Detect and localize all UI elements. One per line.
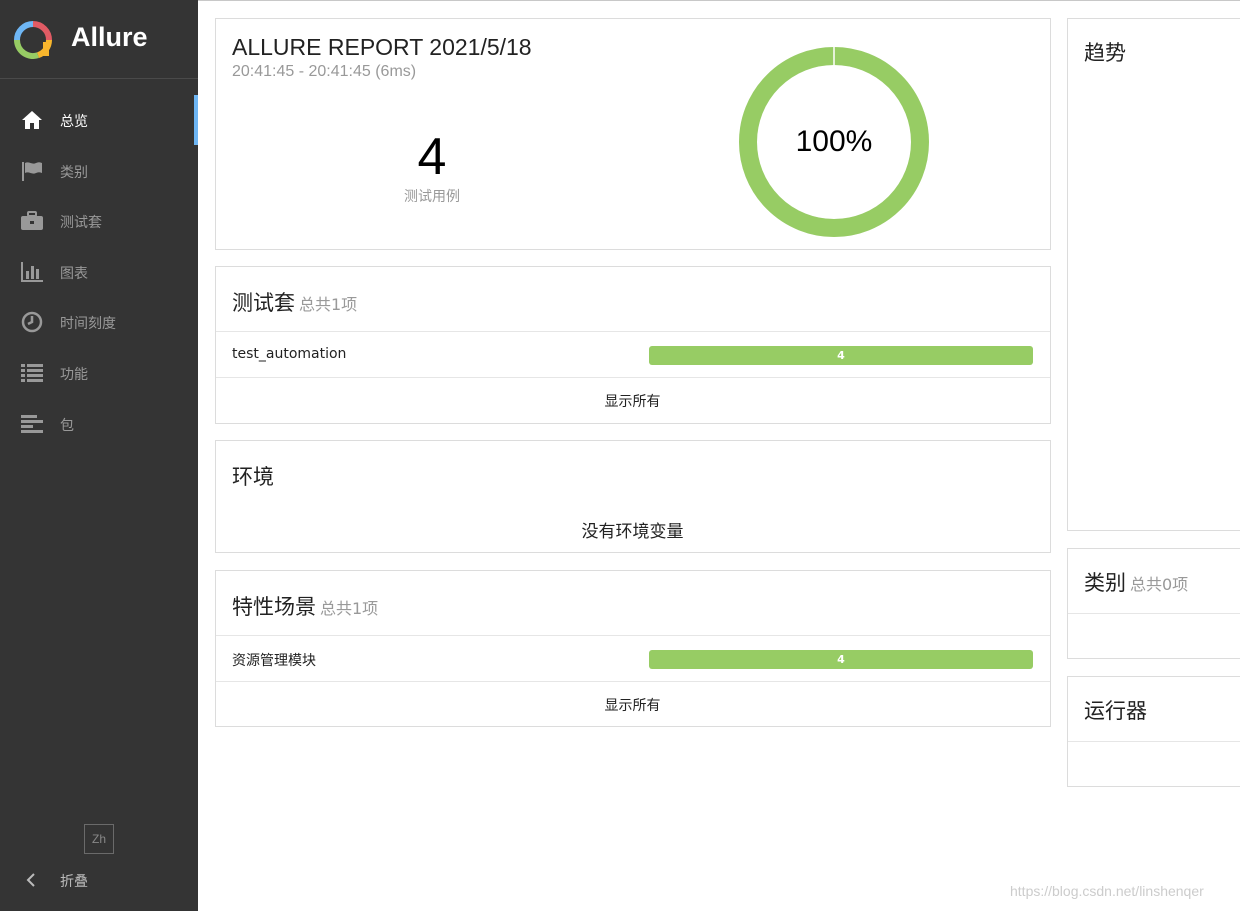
suite-name[interactable]: test_automation: [232, 346, 346, 362]
environment-title: 环境: [232, 465, 274, 489]
collapse-button[interactable]: 折叠: [0, 860, 198, 900]
suites-count: 总共1项: [299, 295, 358, 314]
collapse-label: 折叠: [60, 874, 88, 890]
chevron-left-icon: [26, 873, 35, 887]
pass-rate-label: 100%: [795, 125, 873, 158]
widget-title: 测试套 总共1项: [232, 287, 357, 317]
sidebar-item-behaviors[interactable]: 功能: [0, 348, 198, 398]
sidebar: Allure 总览 类别 测试套 图表 时间刻度 功能 包 Zh 折叠: [0, 0, 198, 911]
sidebar-item-label: 总览: [60, 114, 88, 130]
features-widget: 特性场景 总共1项 资源管理模块 4 显示所有: [215, 570, 1051, 727]
bar-chart-icon: [21, 262, 43, 282]
language-button[interactable]: Zh: [84, 824, 114, 854]
clock-icon: [21, 311, 43, 333]
suites-widget: 测试套 总共1项 test_automation 4 显示所有: [215, 266, 1051, 424]
divider: [1068, 613, 1240, 614]
show-all-link[interactable]: 显示所有: [216, 695, 1049, 715]
executors-widget: 运行器: [1067, 676, 1240, 787]
categories-widget: 类别 总共0项: [1067, 548, 1240, 659]
categories-count: 总共0项: [1130, 575, 1189, 594]
divider: [1068, 741, 1240, 742]
environment-widget: 环境 没有环境变量: [215, 440, 1051, 553]
sidebar-item-label: 类别: [60, 165, 88, 181]
sidebar-item-label: 测试套: [60, 215, 102, 231]
test-count-label: 测试用例: [404, 189, 460, 205]
widget-title: 特性场景 总共1项: [232, 591, 378, 621]
widget-title: 类别 总共0项: [1084, 567, 1188, 597]
sidebar-item-timeline[interactable]: 时间刻度: [0, 297, 198, 347]
sidebar-item-label: 时间刻度: [60, 316, 116, 332]
list-icon: [21, 364, 43, 382]
sidebar-item-graphs[interactable]: 图表: [0, 247, 198, 297]
watermark: https://blog.csdn.net/linshenqer: [1010, 883, 1204, 899]
sidebar-item-categories[interactable]: 类别: [0, 146, 198, 196]
suite-passed-bar[interactable]: 4: [649, 346, 1033, 365]
divider: [216, 331, 1050, 332]
features-title: 特性场景: [232, 595, 316, 619]
flag-icon: [22, 162, 42, 181]
features-count: 总共1项: [320, 599, 379, 618]
brand-name: Allure: [71, 22, 148, 52]
sidebar-item-label: 图表: [60, 266, 88, 282]
divider: [216, 681, 1050, 682]
divider: [216, 377, 1050, 378]
test-count: 4: [417, 128, 447, 186]
sidebar-item-label: 功能: [60, 367, 88, 383]
sidebar-item-overview[interactable]: 总览: [0, 95, 198, 145]
executors-title: 运行器: [1084, 699, 1147, 723]
categories-title: 类别: [1084, 571, 1126, 595]
feature-name[interactable]: 资源管理模块: [232, 650, 316, 670]
show-all-link[interactable]: 显示所有: [216, 391, 1049, 411]
suites-title: 测试套: [232, 291, 295, 315]
briefcase-icon: [21, 211, 43, 230]
divider: [216, 635, 1050, 636]
report-title: ALLURE REPORT 2021/5/18: [232, 34, 532, 60]
top-divider: [198, 0, 1240, 1]
align-left-icon: [21, 415, 43, 433]
summary-widget: ALLURE REPORT 2021/5/18 20:41:45 - 20:41…: [215, 18, 1051, 250]
allure-logo-icon: [14, 21, 52, 59]
trend-title: 趋势: [1084, 41, 1126, 65]
home-icon: [22, 111, 42, 129]
brand-header: Allure: [0, 0, 198, 79]
environment-empty-text: 没有环境变量: [581, 522, 684, 542]
feature-passed-bar[interactable]: 4: [649, 650, 1033, 669]
sidebar-item-label: 包: [60, 418, 74, 434]
report-time: 20:41:45 - 20:41:45 (6ms): [232, 63, 417, 80]
sidebar-item-packages[interactable]: 包: [0, 399, 198, 449]
sidebar-item-suites[interactable]: 测试套: [0, 196, 198, 246]
trend-widget: 趋势: [1067, 18, 1240, 531]
